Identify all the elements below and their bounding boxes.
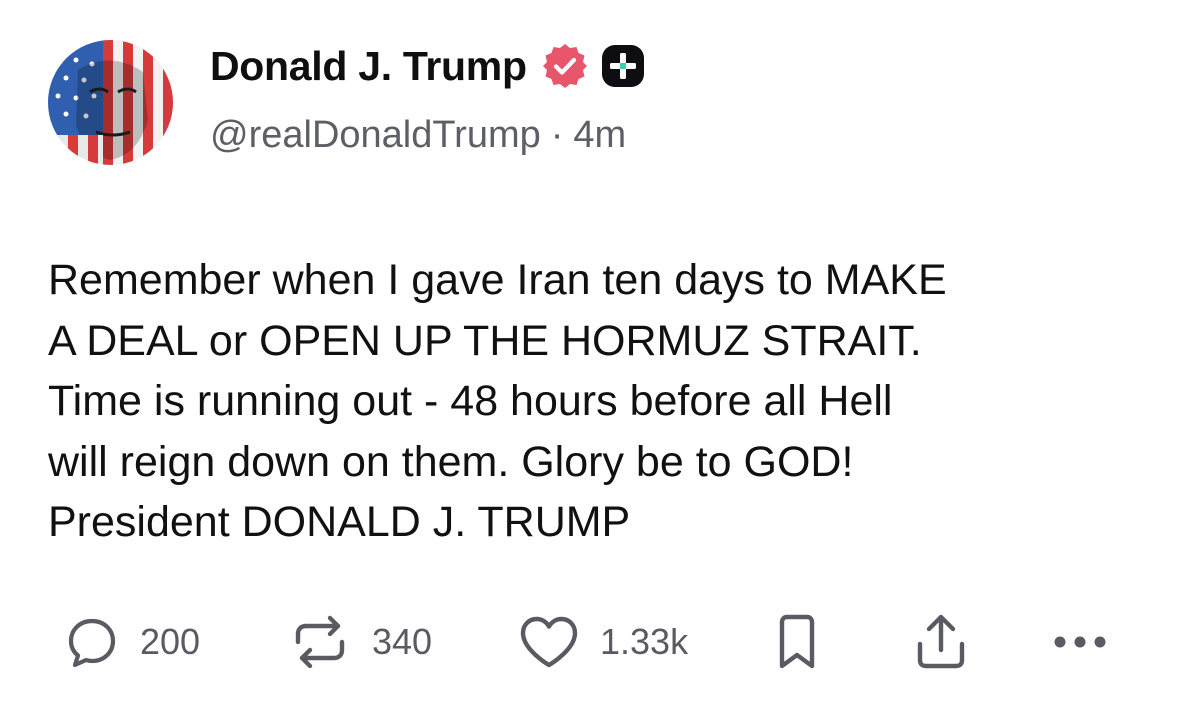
repost-count: 340 (372, 621, 433, 662)
repost-icon (288, 612, 352, 672)
bookmark-icon (774, 613, 820, 671)
reply-button[interactable]: 200 (64, 612, 200, 672)
bookmark-button[interactable] (774, 612, 820, 672)
reply-count: 200 (140, 621, 201, 662)
reply-icon (64, 614, 120, 670)
verified-badge-icon (541, 42, 589, 90)
author-display-name[interactable]: Donald J. Trump (210, 43, 527, 90)
post-body: Remember when I gave Iran ten days to MA… (48, 256, 947, 546)
handle-separator: · (550, 114, 564, 156)
author-name-row: Donald J. Trump (210, 40, 645, 92)
like-count: 1.33k (600, 621, 689, 662)
avatar-image (48, 40, 173, 165)
post-timestamp[interactable]: 4m (573, 114, 626, 156)
share-icon (912, 612, 970, 672)
post-card: Donald J. Trump @realDonaldTrump · 4m Reme… (0, 0, 1179, 705)
plus-badge-icon (601, 44, 645, 88)
share-button[interactable] (912, 612, 970, 672)
more-options-button[interactable] (1050, 612, 1110, 672)
post-actions-bar: 200 340 1.33k (0, 612, 1179, 672)
like-button[interactable]: 1.33k (518, 612, 688, 672)
avatar[interactable] (48, 40, 173, 165)
repost-button[interactable]: 340 (288, 612, 432, 672)
heart-icon (518, 614, 580, 670)
author-handle[interactable]: @realDonaldTrump (210, 114, 541, 156)
more-icon (1050, 632, 1110, 652)
author-handle-row: @realDonaldTrump · 4m (210, 114, 626, 157)
